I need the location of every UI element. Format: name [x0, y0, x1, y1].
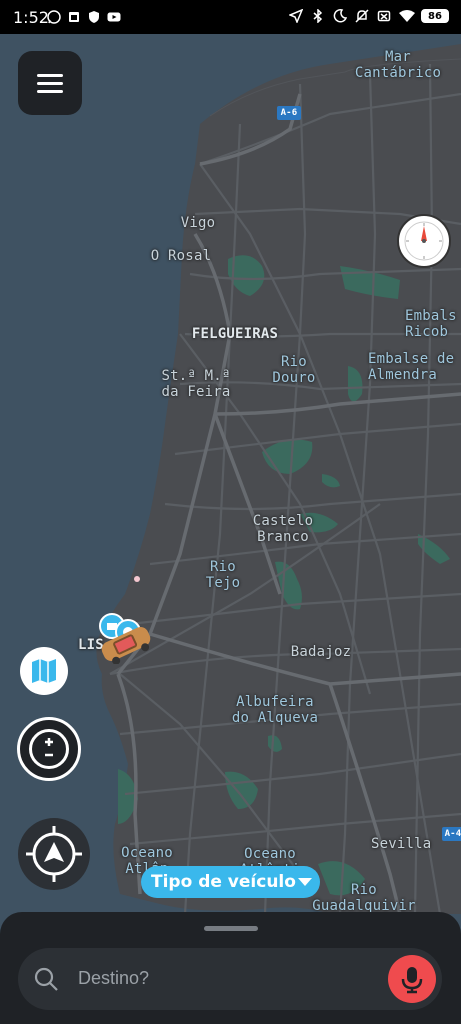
hamburger-icon	[37, 82, 63, 85]
moon-icon	[333, 9, 348, 23]
hamburger-icon	[37, 74, 63, 77]
search-icon	[34, 967, 58, 991]
compass-icon	[404, 221, 444, 261]
map-canvas[interactable]	[0, 34, 461, 914]
map-label-sta-maria-feira: St.ª M.ª da Feira	[161, 368, 231, 400]
hamburger-icon	[37, 90, 63, 93]
map-label-embals-ricob: Embals Ricob	[405, 308, 457, 340]
microphone-icon	[401, 967, 423, 994]
report-marker[interactable]	[133, 570, 141, 588]
map-label-rio-guadalquivir: Rio Guadalquivir	[312, 882, 416, 914]
chevron-down-icon	[298, 878, 312, 886]
map-label-felgueiras: FELGUEIRAS	[191, 326, 279, 342]
map-label-o-rosal: O Rosal	[150, 248, 212, 264]
map-label-rio-douro: Rio Douro	[272, 354, 316, 386]
bottom-sheet[interactable]: Destino?	[0, 912, 461, 1024]
mute-icon	[355, 9, 369, 23]
map-layers-button[interactable]	[20, 647, 68, 695]
destination-input[interactable]: Destino?	[78, 968, 149, 989]
map-label-mar-cantabrico: Mar Cantábrico	[354, 49, 442, 81]
whatsapp-icon	[47, 10, 61, 24]
vehicle-type-label: Tipo de veículo	[151, 872, 296, 892]
map-label-sevilla: Sevilla	[371, 836, 432, 852]
status-time: 1:52	[13, 8, 49, 27]
locate-arrow-icon	[26, 826, 82, 882]
status-bar: 1:52 86	[0, 0, 461, 34]
map-label-rio-tejo: Rio Tejo	[205, 559, 241, 591]
road-label-a4: A-4	[444, 829, 461, 839]
voice-search-button[interactable]	[388, 955, 436, 1003]
bluetooth-icon	[311, 8, 325, 24]
map-label-badajoz: Badajoz	[290, 644, 352, 660]
sheet-drag-handle[interactable]	[204, 926, 258, 931]
sim-icon	[67, 10, 81, 24]
no-sim-icon	[377, 9, 391, 23]
map-label-embalse-almendra: Embalse de Almendra	[368, 351, 455, 383]
map-label-albufeira-alqueva: Albufeira do Alqueva	[231, 694, 319, 726]
location-icon	[288, 8, 304, 24]
locate-button[interactable]	[18, 818, 90, 890]
wifi-icon	[399, 9, 415, 23]
vehicle-type-button[interactable]: Tipo de veículo	[141, 866, 320, 898]
youtube-icon	[107, 10, 121, 24]
battery-icon: 86	[421, 9, 449, 23]
zoom-icon	[29, 729, 69, 769]
compass-button[interactable]	[397, 214, 451, 268]
destination-search-bar[interactable]: Destino?	[18, 948, 442, 1010]
road-label-a6: A-6	[280, 108, 298, 118]
menu-button[interactable]	[18, 51, 82, 115]
map-label-vigo: Vigo	[180, 215, 216, 231]
vehicle-marker[interactable]	[96, 624, 156, 669]
map-layers-icon	[32, 659, 56, 683]
map-label-castelo-branco: Castelo Branco	[252, 513, 314, 545]
shield-icon	[87, 10, 101, 24]
map-view[interactable]: Mar Cantábrico A-6 Vigo O Rosal FELGUEIR…	[0, 34, 461, 914]
zoom-button[interactable]	[17, 717, 81, 781]
